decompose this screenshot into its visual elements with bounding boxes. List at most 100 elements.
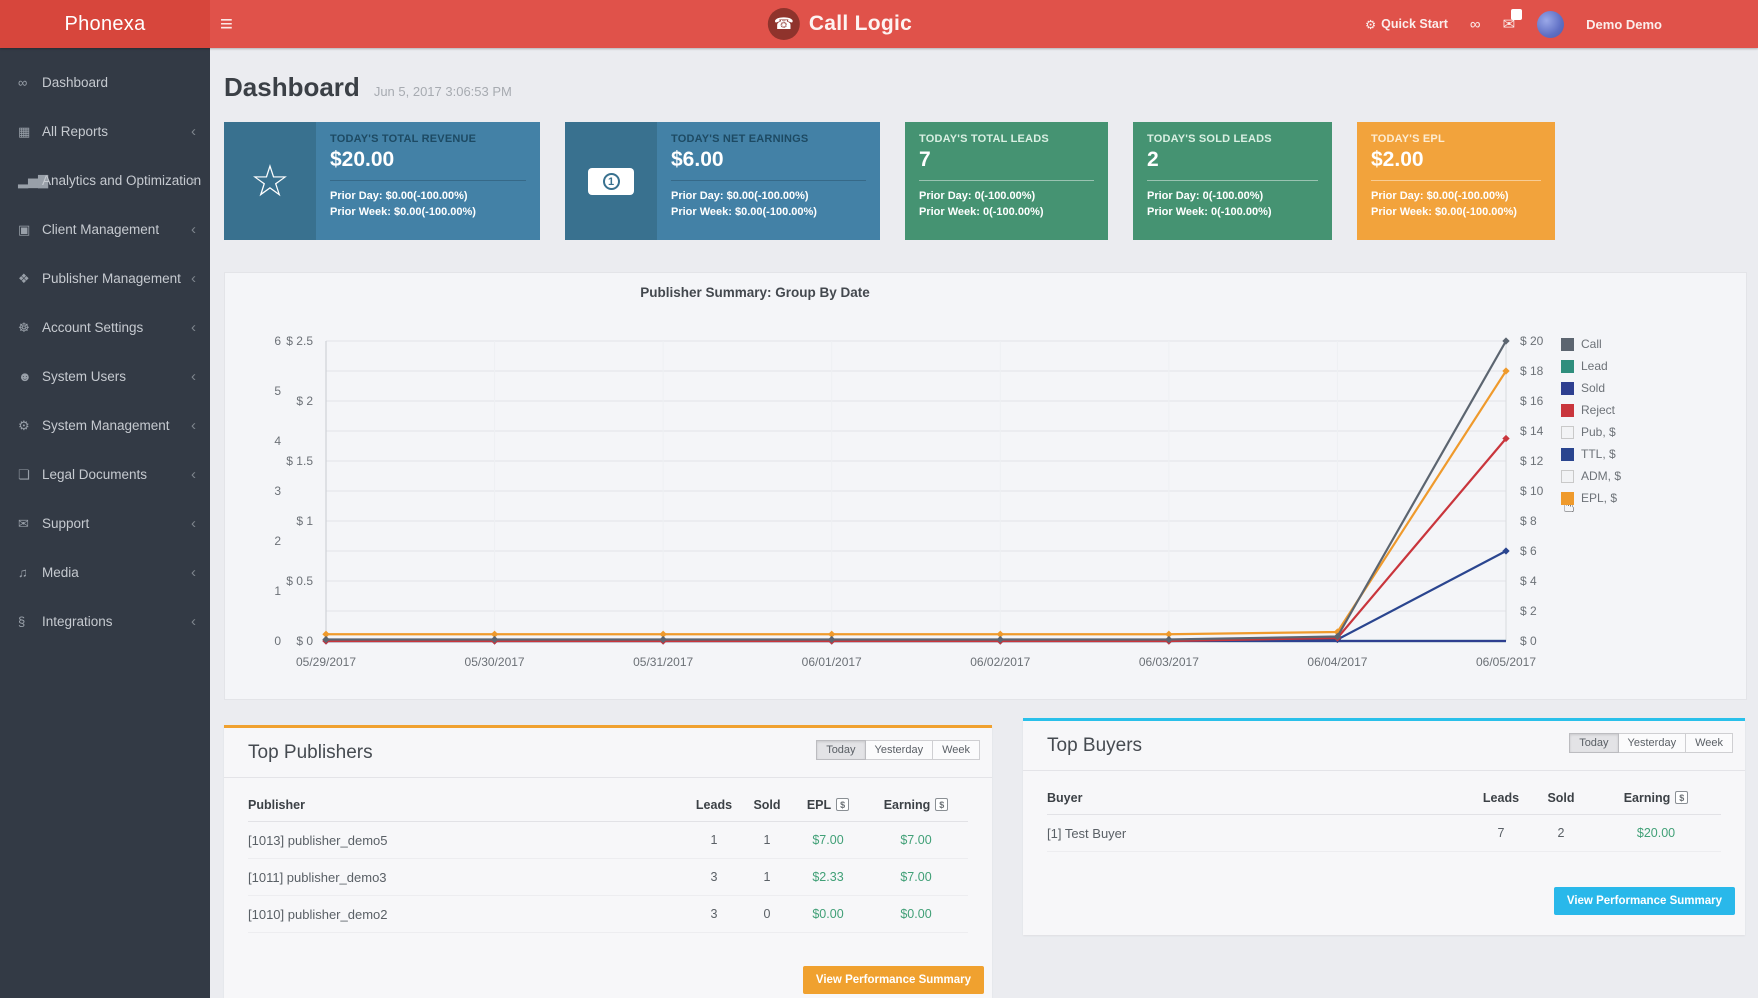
table-row: [1010] publisher_demo2 3 0 $0.00 $0.00 [248, 896, 968, 933]
stat-card-value: 7 [919, 148, 1094, 172]
plug-icon: § [18, 614, 42, 629]
buyers-panel: Top Buyers Today Yesterday Week Buyer Le… [1023, 718, 1745, 935]
page-title: Dashboard [224, 72, 360, 103]
sidebar-item-media[interactable]: ♫Media‹ [0, 548, 210, 597]
tab-week[interactable]: Week [933, 740, 980, 760]
y-axis-count-tick: 3 [255, 484, 281, 498]
link-shortcut-icon[interactable]: ∞ [1470, 16, 1481, 33]
stat-card-prior-day: Prior Day: $0.00(-100.00%) [1371, 188, 1541, 204]
sidebar: ∞Dashboard ▦All Reports‹ ▂▅▇Analytics an… [0, 48, 210, 998]
y-axis-right-tick: $ 14 [1520, 424, 1543, 438]
x-axis-label: 06/03/2017 [1124, 655, 1214, 669]
legend-swatch [1561, 360, 1574, 373]
legend-item-adm[interactable]: ADM, $ [1561, 469, 1621, 483]
sidebar-item-dashboard[interactable]: ∞Dashboard [0, 58, 210, 107]
sold-value: 1 [742, 870, 792, 884]
app-window: Phonexa ≡ ☎ Call Logic ⚙ Quick Start ∞ ✉… [0, 0, 1758, 998]
sidebar-item-label: Publisher Management [42, 271, 181, 286]
tab-today[interactable]: Today [1569, 733, 1618, 753]
column-header-sold: Sold [1531, 791, 1591, 805]
leads-value: 3 [686, 870, 742, 884]
stat-card-prior-week: Prior Week: $0.00(-100.00%) [671, 204, 866, 220]
column-header-epl: EPL$ [792, 798, 864, 812]
tab-yesterday[interactable]: Yesterday [866, 740, 934, 760]
tab-week[interactable]: Week [1686, 733, 1733, 753]
dollar-icon: $ [836, 798, 849, 811]
dollar-icon: $ [1675, 791, 1688, 804]
epl-value: $2.33 [792, 870, 864, 884]
y-axis-right-tick: $ 18 [1520, 364, 1543, 378]
legend-label: EPL, $ [1581, 491, 1617, 505]
document-icon: ❏ [18, 467, 42, 483]
legend-item-ttl[interactable]: TTL, $ [1561, 447, 1616, 461]
earning-value: $0.00 [864, 907, 968, 921]
y-axis-right-tick: $ 20 [1520, 334, 1543, 348]
chart-panel: Publisher Summary: Group By Date ☝ 65432… [224, 272, 1747, 700]
legend-item-lead[interactable]: Lead [1561, 359, 1608, 373]
sidebar-item-label: Account Settings [42, 320, 143, 335]
sidebar-item-all-reports[interactable]: ▦All Reports‹ [0, 107, 210, 156]
legend-item-epl[interactable]: EPL, $ [1561, 491, 1617, 505]
avatar[interactable] [1537, 11, 1564, 38]
view-performance-summary-button[interactable]: View Performance Summary [1554, 887, 1735, 915]
buyers-table-header: Buyer Leads Sold Earning$ [1047, 771, 1721, 815]
stat-card-title: TODAY'S SOLD LEADS [1147, 133, 1318, 145]
y-axis-dollar-tick: $ 0 [273, 634, 313, 648]
chevron-left-icon: ‹ [191, 172, 196, 189]
leads-value: 7 [1471, 826, 1531, 840]
legend-item-pub[interactable]: Pub, $ [1561, 425, 1616, 439]
gears-icon: ⚙ [18, 418, 42, 434]
sidebar-item-label: Analytics and Optimization [42, 173, 201, 188]
stat-card-prior-week: Prior Week: 0(-100.00%) [919, 204, 1094, 220]
publisher-name: [1011] publisher_demo3 [248, 870, 686, 885]
quick-start-button[interactable]: ⚙ Quick Start [1365, 17, 1448, 32]
publishers-range-tabs: Today Yesterday Week [816, 740, 980, 760]
publishers-title: Top Publishers [248, 742, 373, 763]
brand-logo[interactable]: Phonexa [0, 0, 210, 48]
messages-icon[interactable]: ✉ [1503, 15, 1516, 33]
stat-card-value: $20.00 [330, 148, 526, 172]
earning-value: $20.00 [1591, 826, 1721, 840]
stat-card-prior-day: Prior Day: $0.00(-100.00%) [671, 188, 866, 204]
sidebar-item-analytics-and-optimization[interactable]: ▂▅▇Analytics and Optimization‹ [0, 156, 210, 205]
legend-swatch [1561, 448, 1574, 461]
leads-value: 1 [686, 833, 742, 847]
column-header-buyer: Buyer [1047, 791, 1471, 805]
legend-label: Pub, $ [1581, 425, 1616, 439]
sidebar-item-client-management[interactable]: ▣Client Management‹ [0, 205, 210, 254]
y-axis-count-tick: 4 [255, 434, 281, 448]
user-menu[interactable]: Demo Demo [1586, 17, 1662, 32]
sidebar-item-system-management[interactable]: ⚙System Management‹ [0, 401, 210, 450]
view-performance-summary-button[interactable]: View Performance Summary [803, 966, 984, 994]
chevron-left-icon: ‹ [191, 417, 196, 434]
tab-yesterday[interactable]: Yesterday [1619, 733, 1687, 753]
legend-item-call[interactable]: Call [1561, 337, 1602, 351]
legend-item-sold[interactable]: Sold [1561, 381, 1605, 395]
stat-card-prior-day: Prior Day: 0(-100.00%) [1147, 188, 1318, 204]
legend-swatch [1561, 404, 1574, 417]
sidebar-item-integrations[interactable]: §Integrations‹ [0, 597, 210, 646]
buyers-range-tabs: Today Yesterday Week [1569, 733, 1733, 753]
y-axis-right-tick: $ 2 [1520, 604, 1537, 618]
stat-card-epl: TODAY'S EPL $2.00 Prior Day: $0.00(-100.… [1357, 122, 1555, 240]
x-axis-label: 06/04/2017 [1292, 655, 1382, 669]
stat-card-value: $6.00 [671, 148, 866, 172]
user-icon: ☻ [18, 369, 42, 384]
messages-badge [1511, 9, 1522, 20]
sold-value: 2 [1531, 826, 1591, 840]
tab-today[interactable]: Today [816, 740, 865, 760]
page-header: Dashboard Jun 5, 2017 3:06:53 PM [224, 72, 512, 103]
gear-icon: ⚙ [1365, 17, 1376, 32]
sidebar-item-account-settings[interactable]: ☸Account Settings‹ [0, 303, 210, 352]
sidebar-item-publisher-management[interactable]: ❖Publisher Management‹ [0, 254, 210, 303]
sidebar-item-support[interactable]: ✉Support‹ [0, 499, 210, 548]
publishers-table: Publisher Leads Sold EPL$ Earning$ [1013… [224, 778, 992, 933]
sidebar-item-system-users[interactable]: ☻System Users‹ [0, 352, 210, 401]
column-header-earning: Earning$ [1591, 791, 1721, 805]
legend-swatch [1561, 492, 1574, 505]
sidebar-item-legal-documents[interactable]: ❏Legal Documents‹ [0, 450, 210, 499]
legend-item-reject[interactable]: Reject [1561, 403, 1615, 417]
hamburger-menu-icon[interactable]: ≡ [220, 0, 233, 48]
publishers-panel: Top Publishers Today Yesterday Week Publ… [224, 725, 992, 998]
earning-value: $7.00 [864, 870, 968, 884]
